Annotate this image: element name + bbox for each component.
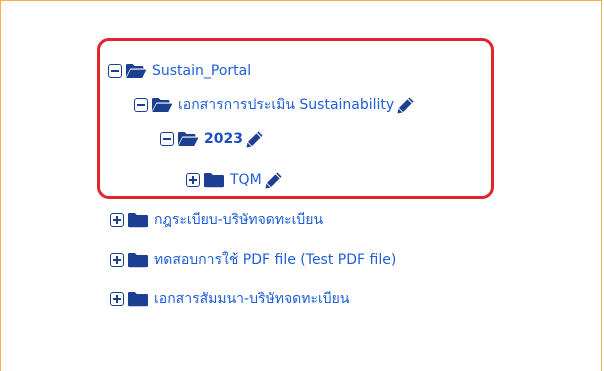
- expand-icon[interactable]: [186, 173, 200, 187]
- tree-node-label[interactable]: Sustain_Portal: [152, 63, 251, 79]
- tree-node-other[interactable]: กฎระเบียบ-บริษัทจดทะเบียน: [110, 210, 323, 230]
- tree-node-label[interactable]: 2023: [204, 131, 243, 147]
- pencil-icon[interactable]: [397, 96, 415, 114]
- collapse-icon[interactable]: [134, 98, 148, 112]
- tree-node-root[interactable]: Sustain_Portal: [108, 61, 251, 81]
- tree-node-label[interactable]: ทดสอบการใช้ PDF file (Test PDF file): [154, 249, 396, 271]
- folder-open-icon: [177, 131, 199, 147]
- tree-node-label[interactable]: TQM: [230, 172, 262, 188]
- folder-icon: [203, 172, 225, 188]
- tree-node-other[interactable]: เอกสารสัมมนา-บริษัทจดทะเบียน: [110, 289, 349, 309]
- expand-icon[interactable]: [110, 292, 124, 306]
- folder-icon: [127, 252, 149, 268]
- tree-node-level3[interactable]: TQM: [186, 170, 283, 190]
- tree-node-level1[interactable]: เอกสารการประเมิน Sustainability: [134, 95, 415, 115]
- tree-node-other[interactable]: ทดสอบการใช้ PDF file (Test PDF file): [110, 250, 396, 270]
- tree-node-label[interactable]: เอกสารสัมมนา-บริษัทจดทะเบียน: [154, 288, 349, 310]
- collapse-icon[interactable]: [108, 64, 122, 78]
- expand-icon[interactable]: [110, 253, 124, 267]
- pencil-icon[interactable]: [246, 130, 264, 148]
- tree-node-level2[interactable]: 2023: [160, 129, 264, 149]
- folder-icon: [127, 291, 149, 307]
- folder-open-icon: [125, 63, 147, 79]
- expand-icon[interactable]: [110, 213, 124, 227]
- tree-node-label[interactable]: กฎระเบียบ-บริษัทจดทะเบียน: [154, 209, 323, 231]
- folder-open-icon: [151, 97, 173, 113]
- pencil-icon[interactable]: [265, 171, 283, 189]
- tree-node-label[interactable]: เอกสารการประเมิน Sustainability: [178, 94, 394, 116]
- collapse-icon[interactable]: [160, 132, 174, 146]
- folder-icon: [127, 212, 149, 228]
